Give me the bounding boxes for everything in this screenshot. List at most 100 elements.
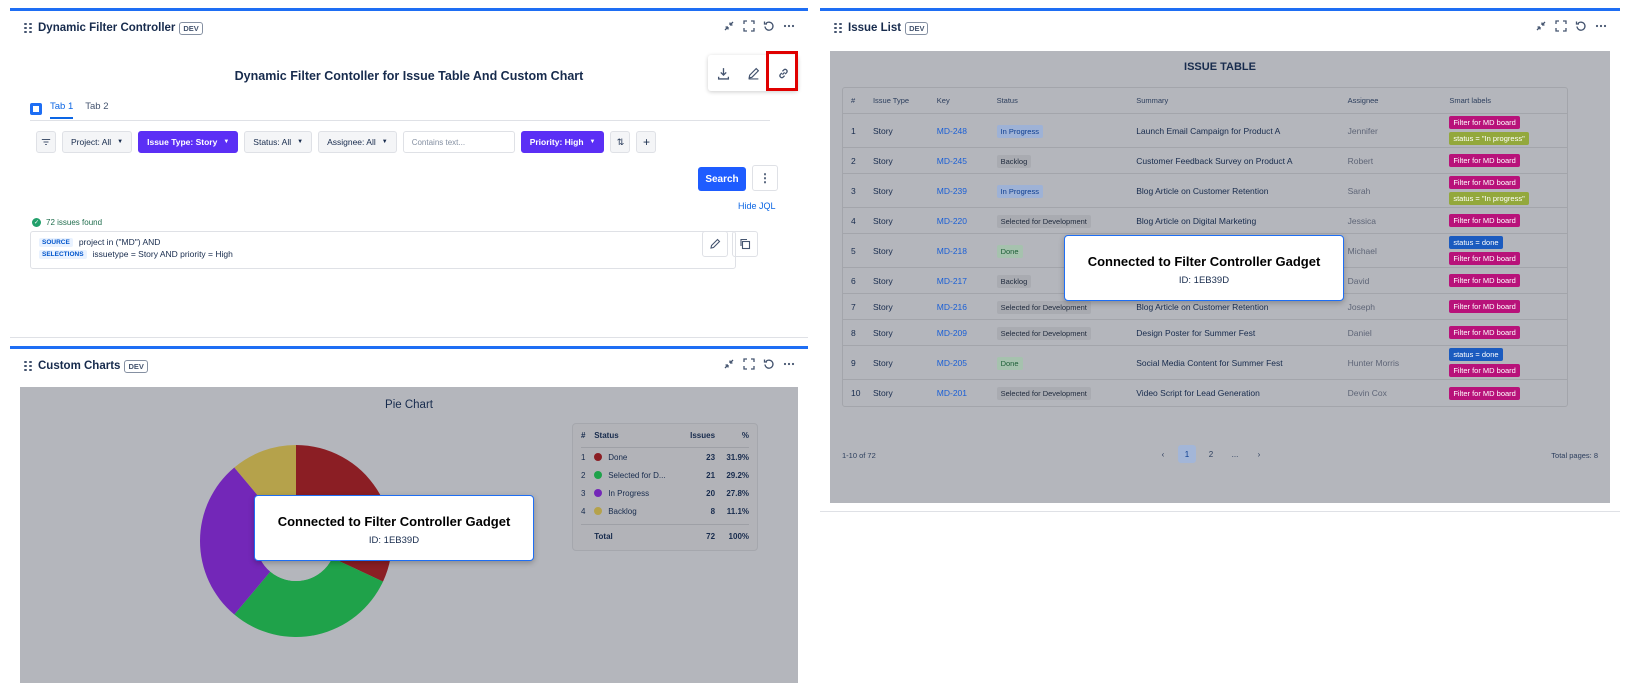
table-area: ISSUE TABLE # Issue Type Key Status Summ… (830, 51, 1610, 503)
smart-label[interactable]: Filter for MD board (1449, 364, 1520, 377)
refresh-icon[interactable] (1574, 19, 1588, 33)
legend-row[interactable]: 4 Backlog 8 11.1% (581, 502, 749, 520)
smart-label[interactable]: Filter for MD board (1449, 154, 1520, 167)
priority-filter[interactable]: Priority: High ▼ (520, 131, 605, 153)
project-filter[interactable]: Project: All ▼ (62, 131, 133, 153)
issue-key-link[interactable]: MD-205 (937, 358, 997, 368)
issue-key-link[interactable]: MD-218 (937, 246, 997, 256)
status-badge: Backlog (996, 154, 1032, 168)
legend-swatch (594, 489, 603, 497)
table-title: ISSUE TABLE (1184, 61, 1256, 73)
smart-label[interactable]: status = done (1449, 236, 1503, 249)
status-filter[interactable]: Status: All ▼ (244, 131, 313, 153)
gadget-toolbar (722, 357, 796, 371)
tab-1[interactable]: Tab 1 (50, 101, 74, 119)
search-button[interactable]: Search (698, 167, 746, 191)
legend-row[interactable]: 2 Selected for D... 21 29.2% (581, 466, 749, 484)
smart-label[interactable]: Filter for MD board (1449, 300, 1520, 313)
minimize-icon[interactable] (722, 357, 736, 371)
prev-page-icon[interactable]: ‹ (1154, 445, 1172, 463)
table-row[interactable]: 3 Story MD-239 In Progress Blog Article on C… (843, 174, 1567, 208)
smart-label[interactable]: status = "In progress" (1449, 132, 1529, 145)
fullscreen-icon[interactable] (742, 19, 756, 33)
smart-label[interactable]: Filter for MD board (1449, 386, 1520, 400)
add-filter-icon[interactable]: + (636, 131, 657, 153)
legend-row[interactable]: 3 In Progress 20 27.8% (581, 484, 749, 502)
sort-icon[interactable]: ⇅ (610, 131, 631, 153)
drag-handle-icon[interactable] (24, 360, 32, 372)
status-badge: Backlog (996, 274, 1032, 288)
page-1[interactable]: 1 (1178, 445, 1196, 463)
refresh-icon[interactable] (762, 357, 776, 371)
status-badge: Done (996, 356, 1023, 370)
legend-total-row: Total 72 100% (581, 524, 749, 548)
smart-label[interactable]: Filter for MD board (1449, 116, 1520, 129)
legend-row[interactable]: 1 Done 23 31.9% (581, 448, 749, 466)
status-badge: In Progress (996, 184, 1043, 198)
gadget-toolbar (722, 19, 796, 33)
fullscreen-icon[interactable] (1554, 19, 1568, 33)
issue-key-link[interactable]: MD-216 (937, 302, 997, 312)
edit-jql-button[interactable] (702, 231, 728, 257)
smart-label[interactable]: Filter for MD board (1449, 214, 1520, 227)
issue-key-link[interactable]: MD-248 (937, 126, 997, 136)
drag-handle-icon[interactable] (834, 22, 842, 34)
table-row[interactable]: 8 Story MD-209 Selected for Development Desi… (843, 320, 1567, 346)
table-row[interactable]: 4 Story MD-220 Selected for Development Blog… (843, 208, 1567, 234)
legend-header: # Status Issues % (581, 424, 749, 448)
issue-key-link[interactable]: MD-220 (937, 216, 997, 226)
minimize-icon[interactable] (1534, 19, 1548, 33)
issue-key-link[interactable]: MD-239 (937, 186, 997, 196)
issue-list-gadget: Issue List DEV ISSUE TABLE # Issue Type … (820, 8, 1620, 512)
legend-swatch (594, 453, 603, 461)
chevron-down-icon: ▼ (381, 139, 388, 145)
filter-icon[interactable] (36, 131, 56, 153)
table-footer: 1-10 of 72 ‹ 1 2 ... › Total pages: 8 (842, 445, 1598, 465)
smart-label[interactable]: status = done (1449, 348, 1503, 361)
edit-icon[interactable] (746, 66, 760, 80)
smart-label[interactable]: Filter for MD board (1449, 274, 1520, 287)
range-label: 1-10 of 72 (842, 450, 876, 460)
smart-label[interactable]: Filter for MD board (1449, 176, 1520, 189)
table-header-row: # Issue Type Key Status Summary Assignee… (843, 88, 1567, 114)
drag-handle-icon[interactable] (24, 22, 32, 34)
text-search-input[interactable]: Contains text... (402, 131, 515, 153)
assignee-filter[interactable]: Assignee: All ▼ (318, 131, 397, 153)
fullscreen-icon[interactable] (742, 357, 756, 371)
table-row[interactable]: 9 Story MD-205 Done Social Media Content for… (843, 346, 1567, 380)
issue-key-link[interactable]: MD-201 (937, 388, 997, 398)
table-row[interactable]: 10 Story MD-201 Selected for Development Vid… (843, 380, 1567, 406)
hide-jql-link[interactable]: Hide JQL (738, 201, 776, 211)
next-page-icon[interactable]: › (1250, 445, 1268, 463)
smart-label[interactable]: Filter for MD board (1449, 252, 1520, 265)
more-icon[interactable] (1594, 19, 1608, 33)
tab-bar: Tab 1 Tab 2 (30, 101, 770, 121)
table-row[interactable]: 1 Story MD-248 In Progress Launch Email Camp… (843, 114, 1567, 148)
page-2[interactable]: 2 (1202, 445, 1220, 463)
refresh-icon[interactable] (762, 19, 776, 33)
more-icon[interactable] (782, 357, 796, 371)
download-icon[interactable] (716, 66, 730, 80)
legend-swatch (594, 471, 603, 479)
source-label: SOURCE (39, 237, 73, 247)
tab-2[interactable]: Tab 2 (85, 101, 108, 117)
minimize-icon[interactable] (722, 19, 736, 33)
table-row[interactable]: 2 Story MD-245 Backlog Customer Feedback Sur… (843, 148, 1567, 174)
layout-icon[interactable] (30, 103, 42, 115)
jql-display: SOURCE project in ("MD") AND SELECTIONS is… (30, 231, 736, 269)
smart-label[interactable]: status = "In progress" (1449, 192, 1529, 205)
issue-key-link[interactable]: MD-209 (937, 328, 997, 338)
connected-popup: Connected to Filter Controller Gadget ID… (254, 495, 534, 561)
issue-type-filter[interactable]: Issue Type: Story ▼ (138, 131, 239, 153)
chart-area: Pie Chart # Status Issues % 1 Done 23 31.9%… (20, 387, 798, 683)
filter-bar: Project: All ▼ Issue Type: Story ▼ Status:… (36, 131, 657, 153)
copy-jql-button[interactable] (732, 231, 758, 257)
issue-key-link[interactable]: MD-245 (937, 156, 997, 166)
check-circle-icon: ✓ (32, 218, 41, 227)
issues-found-status: ✓ 72 issues found (32, 218, 103, 227)
more-options-icon[interactable]: ⋮ (752, 165, 778, 191)
issue-key-link[interactable]: MD-217 (937, 276, 997, 286)
more-icon[interactable] (782, 19, 796, 33)
selections-jql: issuetype = Story AND priority = High (92, 249, 233, 259)
smart-label[interactable]: Filter for MD board (1449, 326, 1520, 339)
